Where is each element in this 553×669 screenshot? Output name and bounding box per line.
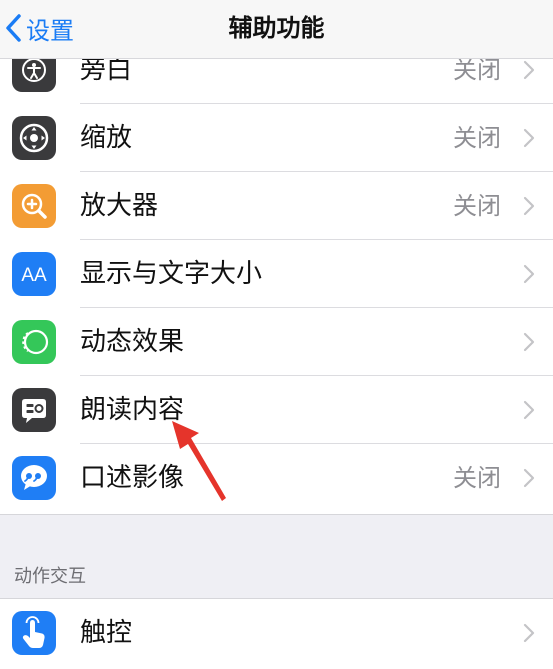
chevron-right-icon (523, 623, 535, 643)
row-zoom[interactable]: 缩放 关闭 (0, 104, 553, 172)
row-label: 缩放 (80, 123, 133, 153)
svg-text:AA: AA (21, 265, 47, 286)
text-size-icon: AA (12, 252, 56, 296)
row-spoken-content[interactable]: 朗读内容 (0, 376, 553, 444)
chevron-right-icon (523, 332, 535, 352)
motion-icon (12, 320, 56, 364)
navigation-bar: 设置 辅助功能 (0, 0, 553, 59)
row-label: 触控 (80, 618, 133, 648)
touch-hand-icon (12, 611, 56, 655)
spoken-content-icon (12, 388, 56, 432)
chevron-right-icon (523, 128, 535, 148)
row-label: 显示与文字大小 (80, 259, 263, 289)
row-value: 关闭 (453, 124, 501, 152)
row-value: 关闭 (453, 464, 501, 492)
audio-description-icon (12, 456, 56, 500)
row-audio-descriptions[interactable]: 口述影像 关闭 (0, 444, 553, 512)
row-motion[interactable]: 动态效果 (0, 308, 553, 376)
interaction-settings-group: 触控 (0, 598, 553, 669)
row-label: 朗读内容 (80, 395, 185, 425)
section-header-interaction: 动作交互 (14, 566, 86, 587)
row-magnifier[interactable]: 放大器 关闭 (0, 172, 553, 240)
zoom-icon (12, 116, 56, 160)
chevron-right-icon (523, 400, 535, 420)
row-label: 口述影像 (80, 463, 185, 493)
magnifier-icon (12, 184, 56, 228)
page-title: 辅助功能 (228, 14, 325, 42)
chevron-right-icon (523, 468, 535, 488)
row-touch[interactable]: 触控 (0, 599, 553, 667)
chevron-right-icon (523, 60, 535, 80)
row-label: 动态效果 (80, 327, 185, 357)
row-label: 放大器 (80, 191, 159, 221)
row-value: 关闭 (453, 192, 501, 220)
row-display-text-size[interactable]: AA 显示与文字大小 (0, 240, 553, 308)
chevron-right-icon (523, 196, 535, 216)
vision-settings-group: 旁白 关闭 缩放 关闭 放大器 关闭 AA 显示与文字大小 动态效果 朗读内容 … (0, 36, 553, 515)
chevron-right-icon (523, 264, 535, 284)
